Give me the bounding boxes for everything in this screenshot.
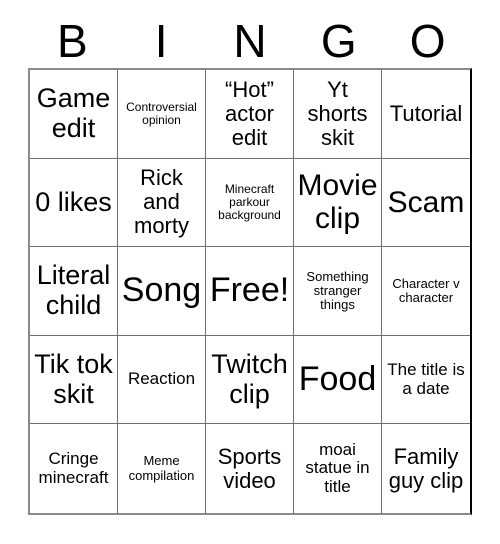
header-letter-i: I <box>154 15 168 67</box>
bingo-cell-label: Family guy clip <box>388 443 464 493</box>
bingo-cell[interactable]: Scam <box>382 158 470 248</box>
bingo-cell[interactable]: Cringe minecraft <box>30 424 118 513</box>
bingo-cell[interactable]: Yt shorts skit <box>294 70 382 159</box>
bingo-cell-label: Tutorial <box>389 100 463 126</box>
header-letter-g: G <box>320 15 357 67</box>
header-letter-b: B <box>57 15 88 67</box>
bingo-cell-label: Tik tok skit <box>34 348 113 409</box>
bingo-cell[interactable]: “Hot” actor edit <box>206 70 294 159</box>
bingo-cell[interactable]: Tik tok skit <box>30 335 118 425</box>
bingo-cell-label: Rick and morty <box>134 165 189 239</box>
bingo-cell-label: The title is a date <box>387 359 465 398</box>
bingo-cell[interactable]: Sports video <box>206 424 294 513</box>
bingo-grid: Game edit Controversial opinion “Hot” ac… <box>28 68 472 515</box>
bingo-cell[interactable]: Character v character <box>382 247 470 336</box>
bingo-cell-label: moai statue in title <box>305 439 370 497</box>
bingo-cell[interactable]: Something stranger things <box>294 247 382 336</box>
bingo-cell-label: Song <box>121 271 202 310</box>
bingo-cell-label: Controversial opinion <box>126 99 197 127</box>
header-letter-n: N <box>233 15 267 67</box>
bingo-cell[interactable]: The title is a date <box>382 335 470 425</box>
bingo-cell-label: Literal child <box>36 260 111 320</box>
bingo-cell[interactable]: Game edit <box>30 70 118 159</box>
bingo-cell-label: Free! <box>209 271 290 310</box>
bingo-cell-label: Meme compilation <box>128 453 195 483</box>
bingo-cell[interactable]: Song <box>118 247 206 336</box>
bingo-cell-label: 0 likes <box>35 186 112 217</box>
bingo-card: B I N G O Game edit Controversial opinio… <box>0 0 500 544</box>
bingo-cell-label: Scam <box>387 185 465 219</box>
bingo-cell[interactable]: Minecraft parkour background <box>206 158 294 248</box>
bingo-cell-free[interactable]: Free! <box>206 247 294 336</box>
bingo-cell-label: Sports video <box>217 443 282 493</box>
bingo-cell[interactable]: moai statue in title <box>294 424 382 513</box>
bingo-cell[interactable]: Meme compilation <box>118 424 206 513</box>
bingo-cell[interactable]: 0 likes <box>30 158 118 248</box>
bingo-cell[interactable]: Tutorial <box>382 70 470 159</box>
bingo-cell[interactable]: Family guy clip <box>382 424 470 513</box>
bingo-cell-label: “Hot” actor edit <box>225 76 274 150</box>
bingo-cell-label: Yt shorts skit <box>307 76 368 150</box>
bingo-cell[interactable]: Literal child <box>30 247 118 336</box>
bingo-cell[interactable]: Controversial opinion <box>118 70 206 159</box>
bingo-cell[interactable]: Twitch clip <box>206 335 294 425</box>
bingo-cell-label: Character v character <box>392 275 460 305</box>
bingo-cell[interactable]: Reaction <box>118 335 206 425</box>
bingo-cell[interactable]: Movie clip <box>294 158 382 248</box>
bingo-cell-label: Food <box>298 359 377 398</box>
bingo-cell-label: Reaction <box>127 369 196 389</box>
bingo-cell-label: Cringe minecraft <box>38 449 109 487</box>
bingo-header: B I N G O <box>28 14 472 68</box>
bingo-cell[interactable]: Rick and morty <box>118 158 206 248</box>
bingo-cell-label: Movie clip <box>297 169 378 236</box>
bingo-cell-label: Minecraft parkour background <box>218 181 281 222</box>
bingo-cell-label: Twitch clip <box>211 348 288 409</box>
bingo-cell-label: Something stranger things <box>306 268 369 313</box>
bingo-cell[interactable]: Food <box>294 335 382 425</box>
bingo-cell-label: Game edit <box>36 83 111 143</box>
header-letter-o: O <box>409 15 446 67</box>
